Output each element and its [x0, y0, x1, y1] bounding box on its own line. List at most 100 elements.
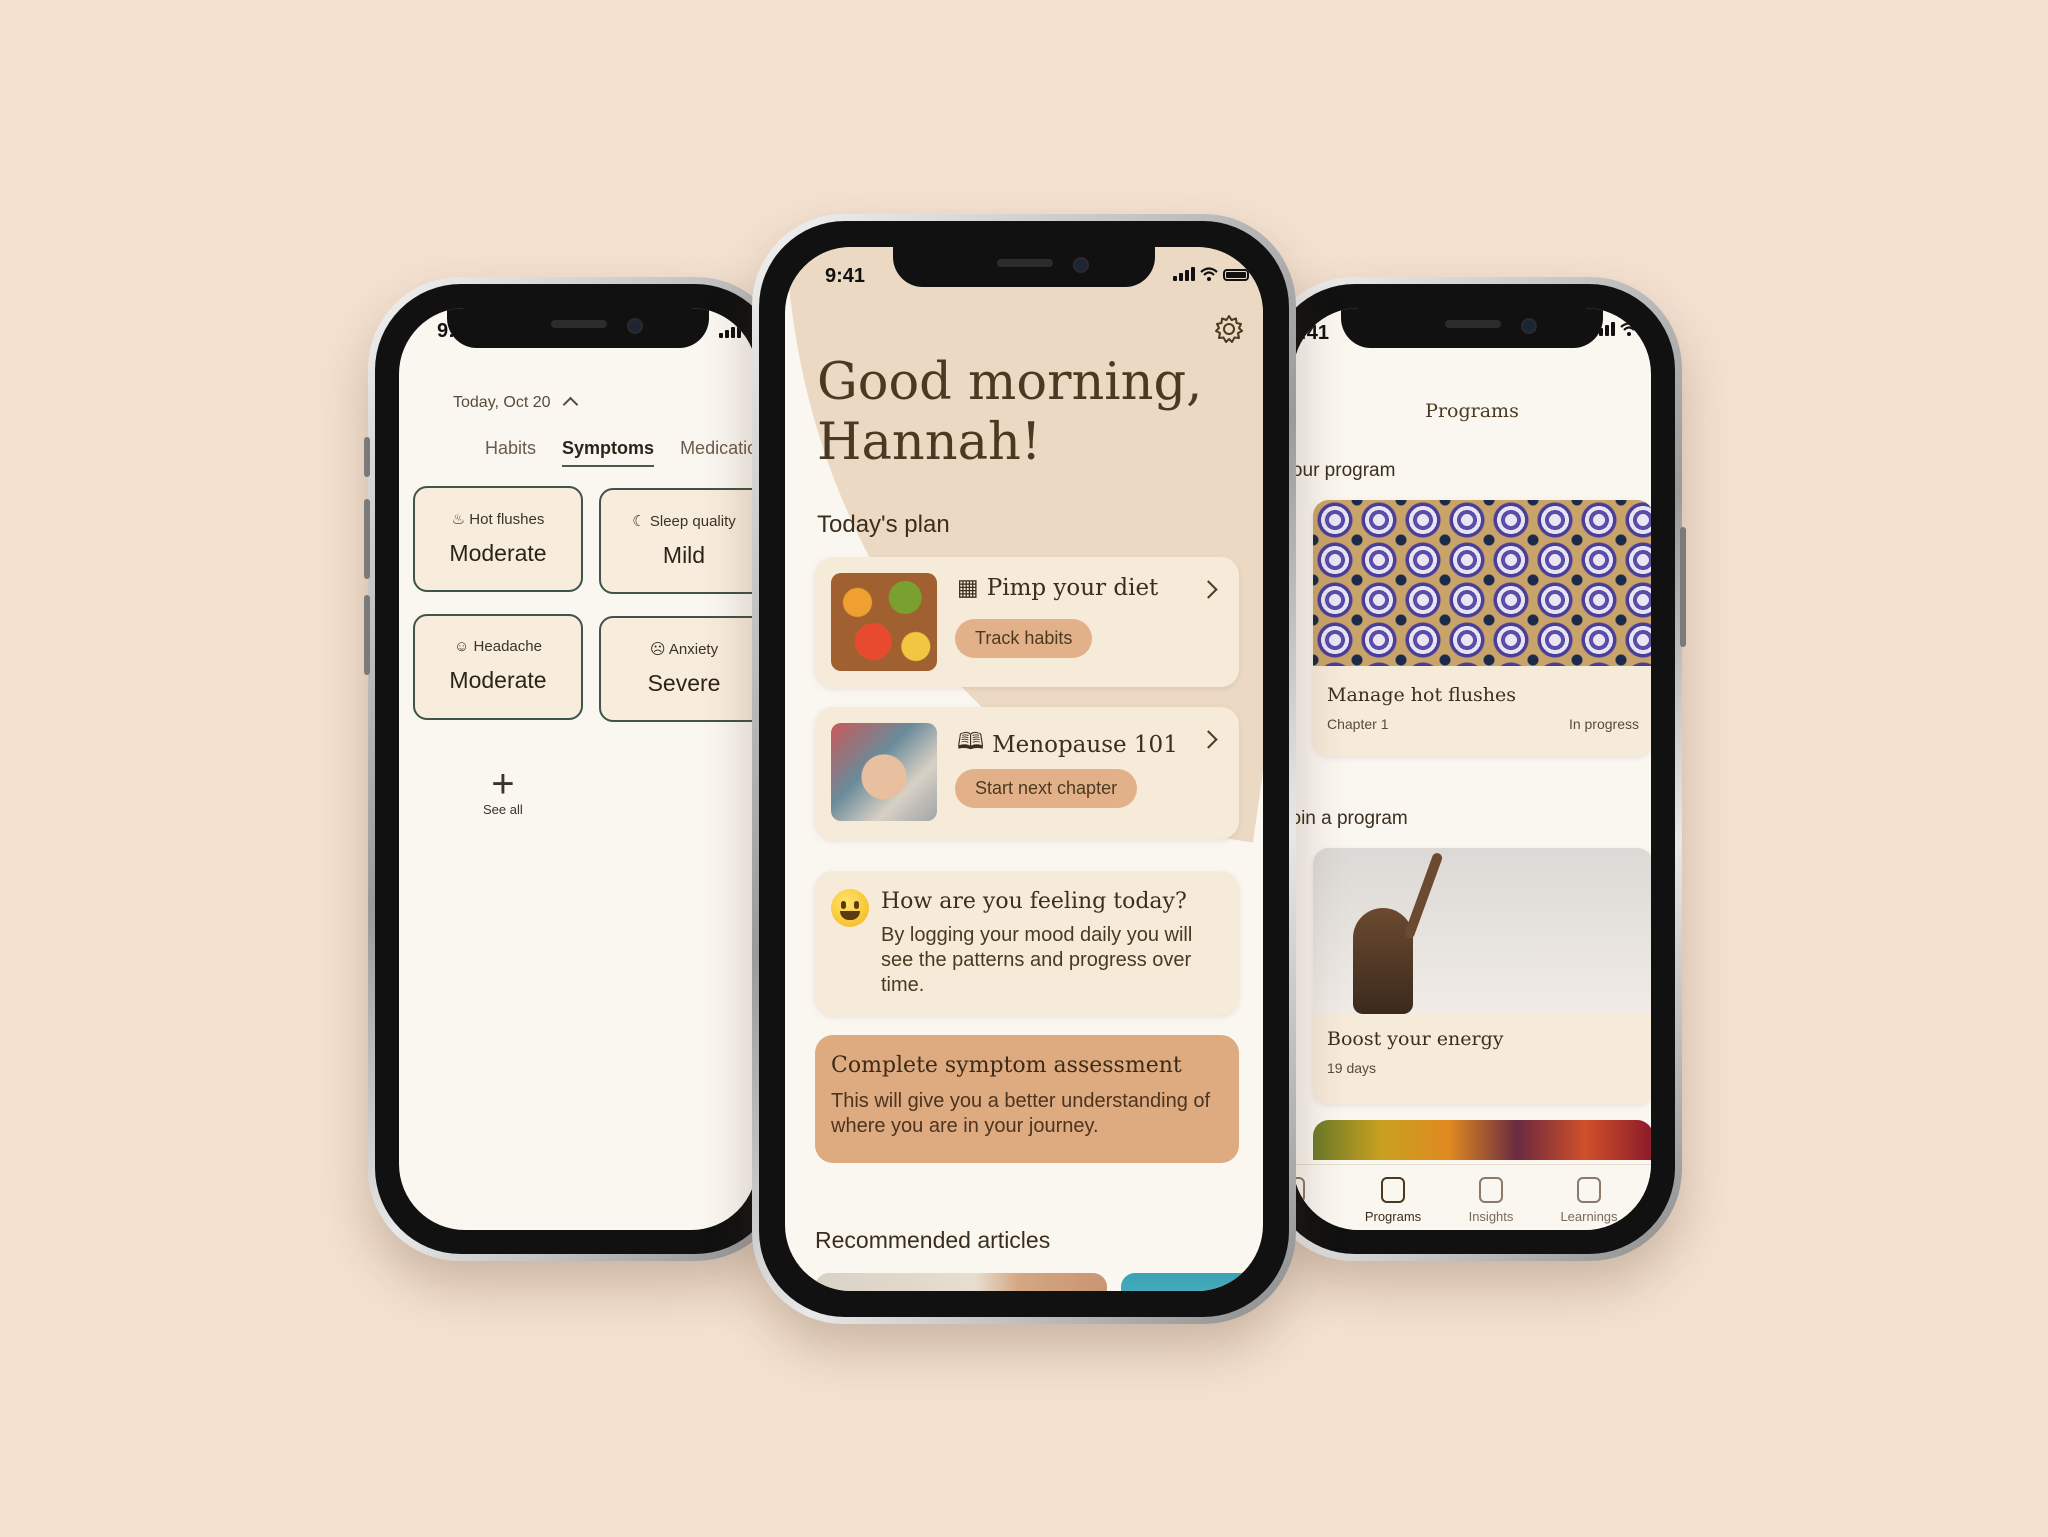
tab-programs[interactable]: Programs	[1353, 1177, 1433, 1224]
symptoms-screen: 9:41 Today, Oct 20 Habits Symptoms Medic…	[399, 308, 757, 1230]
start-next-chapter-button[interactable]: Start next chapter	[955, 769, 1138, 808]
tab-symptoms[interactable]: Symptoms	[562, 438, 655, 467]
signal-icon	[1593, 322, 1615, 336]
programs-screen: 9:41 Programs Your program Manage hot fl…	[1293, 308, 1651, 1230]
program-status: In progress	[1568, 716, 1639, 732]
symptom-label: Headache	[473, 638, 542, 655]
track-habits-button[interactable]: Track habits	[955, 619, 1093, 658]
beach-umbrellas-image	[1313, 500, 1651, 666]
notch	[893, 247, 1155, 287]
chevron-right-icon	[1199, 580, 1218, 599]
book-icon: 🕮	[957, 729, 985, 755]
hands-together-image	[831, 723, 937, 821]
assessment-title: Complete symptom assessment	[831, 1053, 1182, 1078]
your-program-card[interactable]: Manage hot flushes Chapter 1 In progress	[1313, 500, 1651, 756]
symptom-card-headache[interactable]: ☺ Headache Moderate	[413, 614, 583, 720]
tab-home[interactable]: Home	[1293, 1177, 1333, 1224]
phone-bezel: 9:41 Today, Oct 20 Habits Symptoms Medic…	[375, 284, 781, 1254]
tab-label: Learnings	[1560, 1209, 1618, 1224]
mood-title: How are you feeling today?	[881, 889, 1187, 914]
join-program-heading: Join a program	[1293, 808, 1408, 829]
your-program-heading: Your program	[1293, 460, 1396, 481]
status-icons	[1593, 322, 1651, 336]
symptom-card-hot-flushes[interactable]: ♨ Hot flushes Moderate	[413, 486, 583, 592]
programs-icon	[1381, 1177, 1405, 1203]
chevron-up-icon	[562, 396, 578, 413]
article-card[interactable]	[1121, 1273, 1263, 1291]
programs-phone: 9:41 Programs Your program Manage hot fl…	[1262, 277, 1686, 1261]
see-all-label: See all	[483, 802, 523, 817]
phone-bezel: 9:41 Programs Your program Manage hot fl…	[1269, 284, 1675, 1254]
calendar-icon: ▦	[957, 575, 979, 601]
wifi-icon	[746, 324, 757, 338]
plan-card-menopause[interactable]: 🕮 Menopause 101 Start next chapter	[815, 707, 1239, 839]
notch	[1341, 308, 1603, 348]
page-title: Programs	[1425, 400, 1519, 422]
symptom-card-sleep-quality[interactable]: ☾ Sleep quality Mild	[599, 488, 757, 594]
date-label: Today, Oct 20	[453, 394, 551, 411]
face-icon: ☺	[454, 638, 470, 655]
plan-title: Pimp your diet	[986, 575, 1159, 601]
volume-up-button	[364, 499, 370, 579]
status-time: 9:41	[437, 320, 478, 342]
woman-raising-arm-image	[1313, 848, 1651, 1014]
volume-down-button	[364, 595, 370, 675]
tab-label: Insights	[1468, 1209, 1514, 1224]
assessment-card[interactable]: Complete symptom assessment This will gi…	[815, 1035, 1239, 1163]
status-icons	[719, 324, 757, 338]
see-all-button[interactable]: + See all	[483, 762, 523, 817]
article-card[interactable]	[815, 1273, 1107, 1291]
date-selector[interactable]: Today, Oct 20	[453, 394, 578, 413]
symptom-tabs: Habits Symptoms Medication	[485, 438, 757, 467]
fruit-program-image	[1313, 1120, 1651, 1160]
phone-bezel: 9:41 Good morning, Hannah! Today's plan …	[759, 221, 1289, 1317]
greeting: Good morning, Hannah!	[817, 353, 1203, 472]
assessment-body: This will give you a better understandin…	[831, 1090, 1211, 1137]
symptoms-phone: 9:41 Today, Oct 20 Habits Symptoms Medic…	[364, 277, 788, 1261]
signal-icon	[1173, 267, 1195, 281]
status-time: 9:41	[1293, 322, 1330, 344]
battery-icon	[1643, 324, 1651, 336]
mute-switch	[364, 437, 370, 477]
flame-icon: ♨	[451, 511, 466, 528]
home-screen: 9:41 Good morning, Hannah! Today's plan …	[785, 247, 1263, 1291]
wifi-icon	[1200, 267, 1218, 281]
plan-title: Menopause 101	[992, 731, 1178, 758]
symptom-label: Anxiety	[668, 641, 719, 658]
tab-label: Programs	[1364, 1209, 1422, 1224]
battery-icon	[1223, 269, 1249, 281]
chart-icon	[1479, 1177, 1503, 1203]
notch	[447, 308, 709, 348]
mood-body: By logging your mood daily you will see …	[881, 924, 1193, 996]
mood-card[interactable]: How are you feeling today? By logging yo…	[815, 871, 1239, 1015]
program-title: Boost your energy	[1327, 1028, 1504, 1050]
tab-habits[interactable]: Habits	[485, 438, 536, 467]
gear-icon[interactable]	[1213, 313, 1245, 345]
symptom-label: Hot flushes	[469, 511, 545, 528]
program-duration: 19 days	[1327, 1060, 1377, 1076]
symptom-value: Mild	[662, 542, 706, 568]
home-phone: 9:41 Good morning, Hannah! Today's plan …	[752, 214, 1296, 1324]
chevron-right-icon	[1199, 730, 1218, 749]
symptom-card-anxiety[interactable]: ☹ Anxiety Severe	[599, 616, 757, 722]
status-icons	[1173, 267, 1249, 281]
recommended-heading: Recommended articles	[815, 1227, 1051, 1253]
face-icon: ☹	[649, 641, 666, 658]
status-time: 9:41	[825, 265, 866, 287]
tab-learnings[interactable]: Learnings	[1549, 1177, 1629, 1224]
bottom-tabbar: Home Programs Insights Learnings	[1293, 1164, 1651, 1230]
tab-insights[interactable]: Insights	[1451, 1177, 1531, 1224]
wifi-icon	[1620, 322, 1638, 336]
power-button	[1680, 527, 1686, 647]
plus-icon: +	[491, 762, 515, 806]
program-chapter: Chapter 1	[1327, 716, 1389, 732]
fruit-image	[831, 573, 937, 671]
tab-medication[interactable]: Medication	[680, 438, 757, 467]
symptom-value: Moderate	[449, 540, 547, 566]
smiley-icon	[831, 889, 869, 927]
todays-plan-heading: Today's plan	[817, 511, 950, 538]
join-program-card[interactable]: Boost your energy 19 days	[1313, 848, 1651, 1104]
moon-icon: ☾	[632, 513, 646, 530]
signal-icon	[719, 324, 741, 338]
plan-card-diet[interactable]: ▦ Pimp your diet Track habits	[815, 557, 1239, 687]
